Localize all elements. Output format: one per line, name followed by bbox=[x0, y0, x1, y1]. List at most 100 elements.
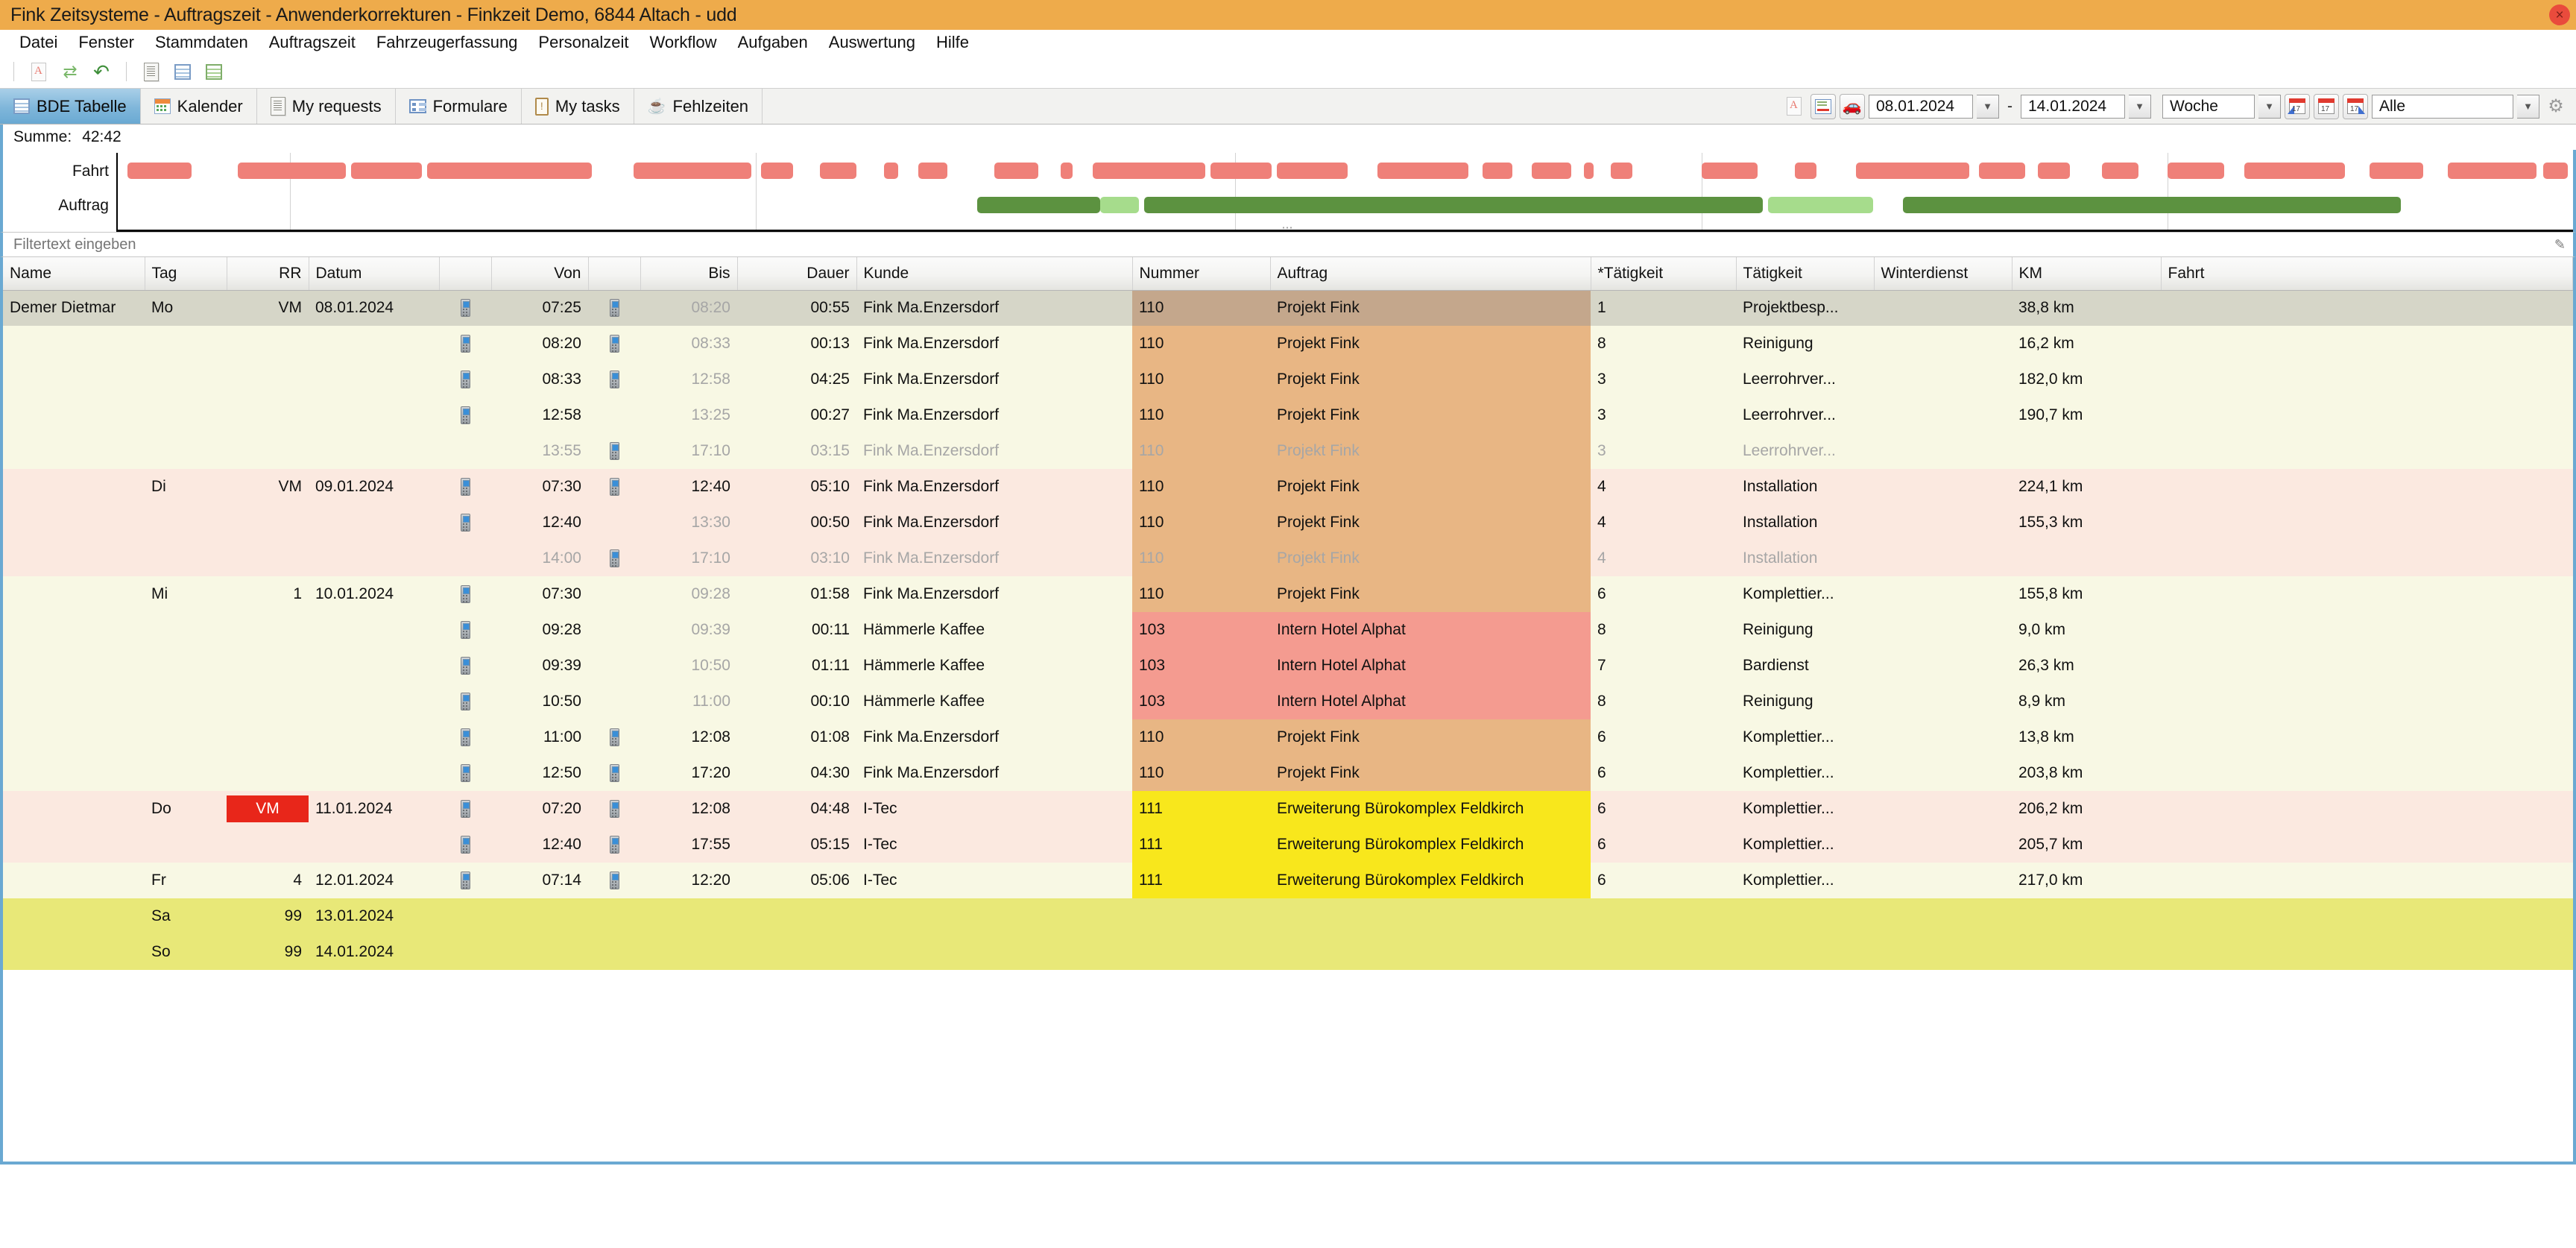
menu-item-auswertung[interactable]: Auswertung bbox=[818, 33, 926, 52]
cell-von[interactable]: 11:00 bbox=[491, 719, 588, 755]
cell-bis-icon[interactable] bbox=[588, 326, 640, 362]
cell-bis-icon[interactable] bbox=[588, 576, 640, 612]
cell-name[interactable] bbox=[3, 684, 145, 719]
cell-kunde[interactable] bbox=[856, 934, 1132, 970]
cell-von-icon[interactable] bbox=[439, 827, 491, 863]
date-from-input[interactable]: 08.01.2024 bbox=[1869, 94, 1973, 119]
cell-winterdienst[interactable] bbox=[1874, 469, 2012, 505]
cell-datum[interactable]: 09.01.2024 bbox=[309, 469, 439, 505]
cell-name[interactable] bbox=[3, 648, 145, 684]
column-header-kunde[interactable]: Kunde bbox=[856, 257, 1133, 291]
cell-fahrt[interactable] bbox=[2161, 541, 2573, 576]
cell-tag[interactable] bbox=[145, 505, 227, 541]
cell-auftrag[interactable]: Erweiterung Bürokomplex Feldkirch bbox=[1270, 827, 1591, 863]
cell-nummer[interactable]: 110 bbox=[1132, 397, 1270, 433]
gantt-bar-fahrt[interactable] bbox=[1532, 163, 1572, 179]
cell-fahrt[interactable] bbox=[2161, 791, 2573, 827]
cell-auftrag[interactable]: Projekt Fink bbox=[1270, 433, 1591, 469]
gantt-bar-fahrt[interactable] bbox=[427, 163, 592, 179]
cell-von-icon[interactable] bbox=[439, 505, 491, 541]
cell-winterdienst[interactable] bbox=[1874, 290, 2012, 326]
cell-taetigkeit[interactable] bbox=[1736, 934, 1874, 970]
cell-dauer[interactable]: 01:08 bbox=[737, 719, 856, 755]
vehicle-icon[interactable]: 🚗 bbox=[1840, 93, 1865, 119]
cell-von-icon[interactable] bbox=[439, 719, 491, 755]
cell-taetigkeit-nr[interactable]: 8 bbox=[1591, 326, 1736, 362]
cell-km[interactable]: 205,7 km bbox=[2012, 827, 2161, 863]
gantt-bar-fahrt[interactable] bbox=[127, 163, 192, 179]
cell-bis[interactable]: 17:10 bbox=[640, 433, 737, 469]
cell-bis-icon[interactable] bbox=[588, 791, 640, 827]
cell-taetigkeit-nr[interactable] bbox=[1591, 898, 1736, 934]
cell-von-icon[interactable] bbox=[439, 684, 491, 719]
cell-taetigkeit-nr[interactable]: 1 bbox=[1591, 290, 1736, 326]
cell-taetigkeit-nr[interactable]: 8 bbox=[1591, 612, 1736, 648]
column-header-fahrt[interactable]: Fahrt bbox=[2161, 257, 2573, 291]
cell-tag[interactable] bbox=[145, 684, 227, 719]
gantt-bar-fahrt[interactable] bbox=[238, 163, 347, 179]
column-header-von[interactable]: Von bbox=[491, 257, 589, 291]
table-row[interactable]: Mi 1 10.01.2024 07:30 09:28 01:58 Fink Ma.Enze… bbox=[3, 576, 2573, 612]
table-row[interactable]: 12:50 17:20 04:30 Fink Ma.Enzersdorf 110 Proj… bbox=[3, 755, 2573, 791]
cell-kunde[interactable]: Hämmerle Kaffee bbox=[856, 612, 1132, 648]
gantt-bar-fahrt[interactable] bbox=[1210, 163, 1272, 179]
gantt-bar-fahrt[interactable] bbox=[1978, 163, 2026, 179]
cell-name[interactable] bbox=[3, 755, 145, 791]
cell-von-icon[interactable] bbox=[439, 648, 491, 684]
cell-winterdienst[interactable] bbox=[1874, 397, 2012, 433]
cell-von[interactable]: 14:00 bbox=[491, 541, 588, 576]
cell-dauer[interactable]: 00:50 bbox=[737, 505, 856, 541]
filter-scope-dropdown-icon[interactable]: ▼ bbox=[2517, 94, 2539, 119]
tab-my-requests[interactable]: My requests bbox=[257, 89, 396, 124]
cell-taetigkeit[interactable] bbox=[1736, 898, 1874, 934]
cell-km[interactable] bbox=[2012, 934, 2161, 970]
gantt-bar-fahrt[interactable] bbox=[350, 163, 423, 179]
gear-icon[interactable]: ⚙ bbox=[2543, 94, 2569, 119]
cell-von-icon[interactable] bbox=[439, 326, 491, 362]
cell-taetigkeit[interactable]: Leerrohrver... bbox=[1736, 362, 1874, 397]
gantt-bar-fahrt[interactable] bbox=[2101, 163, 2138, 179]
tab-my-tasks[interactable]: My tasks bbox=[522, 89, 634, 124]
column-header-nummer[interactable]: Nummer bbox=[1132, 257, 1271, 291]
cell-km[interactable]: 206,2 km bbox=[2012, 791, 2161, 827]
gantt-bar-fahrt[interactable] bbox=[883, 163, 899, 179]
cell-von-icon[interactable] bbox=[439, 290, 491, 326]
cell-datum[interactable]: 10.01.2024 bbox=[309, 576, 439, 612]
cell-bis[interactable]: 12:20 bbox=[640, 863, 737, 898]
close-icon[interactable]: × bbox=[2549, 4, 2570, 25]
cell-von[interactable]: 12:50 bbox=[491, 755, 588, 791]
cell-kunde[interactable]: Hämmerle Kaffee bbox=[856, 648, 1132, 684]
cell-rr[interactable]: 4 bbox=[227, 863, 309, 898]
cell-rr[interactable] bbox=[227, 505, 309, 541]
cell-taetigkeit-nr[interactable]: 6 bbox=[1591, 719, 1736, 755]
cell-tag[interactable]: Sa bbox=[145, 898, 227, 934]
cell-bis-icon[interactable] bbox=[588, 505, 640, 541]
cell-von[interactable]: 09:39 bbox=[491, 648, 588, 684]
cell-auftrag[interactable]: Intern Hotel Alphat bbox=[1270, 684, 1591, 719]
gantt-bar-fahrt[interactable] bbox=[633, 163, 751, 179]
column-header-dauer[interactable]: Dauer bbox=[737, 257, 857, 291]
cell-auftrag[interactable]: Erweiterung Bürokomplex Feldkirch bbox=[1270, 791, 1591, 827]
cell-fahrt[interactable] bbox=[2161, 684, 2573, 719]
menu-item-fahrzeugerfassung[interactable]: Fahrzeugerfassung bbox=[366, 33, 528, 52]
cell-taetigkeit-nr[interactable]: 3 bbox=[1591, 397, 1736, 433]
cell-rr[interactable] bbox=[227, 326, 309, 362]
cell-von-icon[interactable] bbox=[439, 541, 491, 576]
cell-rr[interactable] bbox=[227, 719, 309, 755]
gantt-bar-fahrt[interactable] bbox=[2543, 163, 2569, 179]
cell-auftrag[interactable]: Projekt Fink bbox=[1270, 719, 1591, 755]
cell-nummer[interactable]: 110 bbox=[1132, 576, 1270, 612]
table-row[interactable]: 08:33 12:58 04:25 Fink Ma.Enzersdorf 110 Proj… bbox=[3, 362, 2573, 397]
cell-winterdienst[interactable] bbox=[1874, 612, 2012, 648]
cell-taetigkeit-nr[interactable]: 4 bbox=[1591, 505, 1736, 541]
table-green-icon[interactable] bbox=[201, 59, 227, 84]
gantt-bar-fahrt[interactable] bbox=[2168, 163, 2225, 179]
cell-tag[interactable] bbox=[145, 612, 227, 648]
pdf-icon[interactable] bbox=[25, 59, 52, 84]
gantt-bar-auftrag[interactable] bbox=[1143, 197, 1763, 213]
cell-bis[interactable]: 17:10 bbox=[640, 541, 737, 576]
gantt-plot-area[interactable] bbox=[116, 153, 2573, 232]
cell-bis-icon[interactable] bbox=[588, 541, 640, 576]
cell-fahrt[interactable] bbox=[2161, 898, 2573, 934]
gantt-bar-auftrag[interactable] bbox=[1767, 197, 1874, 213]
